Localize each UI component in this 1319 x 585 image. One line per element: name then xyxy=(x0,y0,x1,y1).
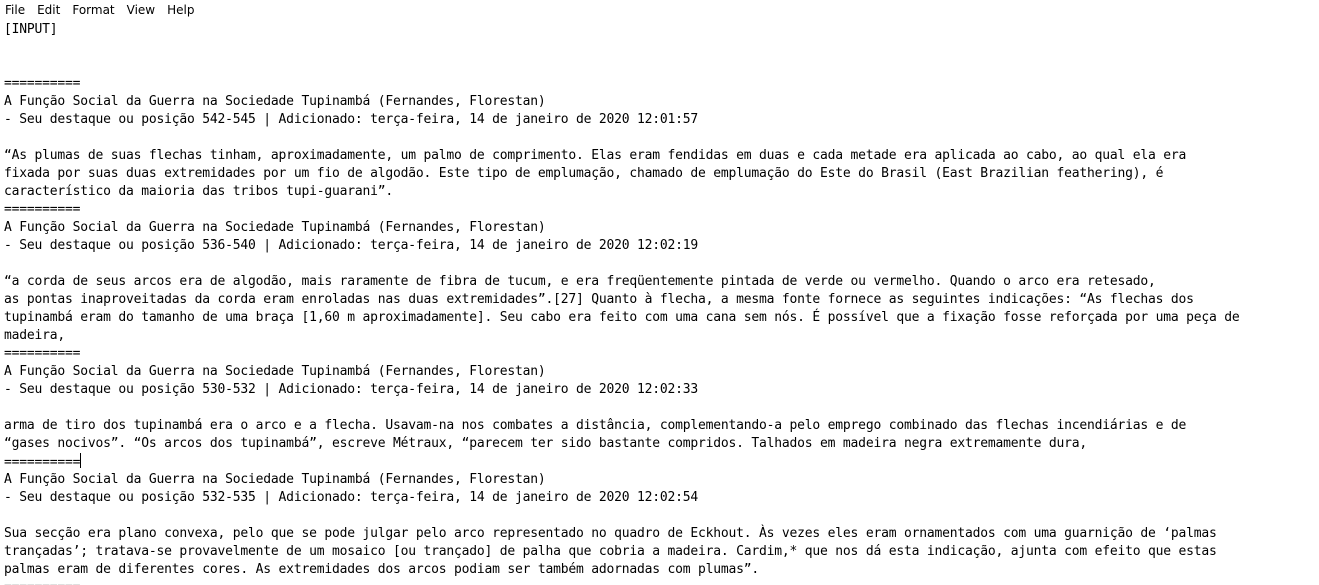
menu-format[interactable]: Format xyxy=(66,0,120,20)
text-line: palmas eram de diferentes cores. As extr… xyxy=(4,561,1240,579)
text-line: - Seu destaque ou posição 536-540 | Adic… xyxy=(4,237,1240,255)
text-line-content: ========== xyxy=(4,455,81,470)
text-caret xyxy=(80,453,82,468)
text-line: A Função Social da Guerra na Sociedade T… xyxy=(4,93,1240,111)
text-line: - Seu destaque ou posição 530-532 | Adic… xyxy=(4,381,1240,399)
text-line-content: “a corda de seus arcos era de algodão, m… xyxy=(4,274,1156,289)
text-line: característico da maioria das tribos tup… xyxy=(4,183,1240,201)
menu-view[interactable]: View xyxy=(121,0,161,20)
text-line: “a corda de seus arcos era de algodão, m… xyxy=(4,273,1240,291)
menu-edit[interactable]: Edit xyxy=(31,0,66,20)
text-line-content: característico da maioria das tribos tup… xyxy=(4,184,393,199)
text-line: ========== xyxy=(4,345,1240,363)
text-line: [INPUT] xyxy=(4,21,1240,39)
text-line-content: tupinambá eram do tamanho de uma braça [… xyxy=(4,310,1240,325)
text-content: [INPUT] ========== A Função Social da Guer… xyxy=(4,21,1240,585)
text-line-content: ========== xyxy=(4,202,81,217)
text-line-content: ========== xyxy=(4,346,81,361)
text-line: “gases nocivos”. “Os arcos dos tupinambá… xyxy=(4,435,1240,453)
text-line xyxy=(4,507,1240,525)
text-line xyxy=(4,57,1240,75)
text-line-content: - Seu destaque ou posição 532-535 | Adic… xyxy=(4,490,699,505)
text-line-content: A Função Social da Guerra na Sociedade T… xyxy=(4,472,546,487)
text-line: trançadas’; tratava-se provavelmente de … xyxy=(4,543,1240,561)
text-line: madeira, xyxy=(4,327,1240,345)
text-line-content: arma de tiro dos tupinambá era o arco e … xyxy=(4,418,1187,433)
menu-help[interactable]: Help xyxy=(161,0,200,20)
menu-file[interactable]: File xyxy=(0,0,31,20)
text-line-content: [INPUT] xyxy=(4,22,58,37)
text-line-content: “As plumas de suas flechas tinham, aprox… xyxy=(4,148,1187,163)
text-line: tupinambá eram do tamanho de uma braça [… xyxy=(4,309,1240,327)
text-line xyxy=(4,129,1240,147)
text-line-content: “gases nocivos”. “Os arcos dos tupinambá… xyxy=(4,436,1087,451)
text-line: ========== xyxy=(4,453,1240,471)
text-line: ========== xyxy=(4,201,1240,219)
text-line: fixada por suas duas extremidades por um… xyxy=(4,165,1240,183)
text-line xyxy=(4,399,1240,417)
text-line: “As plumas de suas flechas tinham, aprox… xyxy=(4,147,1240,165)
text-line-content: - Seu destaque ou posição 530-532 | Adic… xyxy=(4,382,699,397)
text-line: A Função Social da Guerra na Sociedade T… xyxy=(4,219,1240,237)
text-line: as pontas inaproveitadas da corda eram e… xyxy=(4,291,1240,309)
text-line xyxy=(4,255,1240,273)
text-line-content: - Seu destaque ou posição 536-540 | Adic… xyxy=(4,238,699,253)
text-line-content: A Função Social da Guerra na Sociedade T… xyxy=(4,94,546,109)
text-line-content: - Seu destaque ou posição 542-545 | Adic… xyxy=(4,112,699,127)
text-line-content: ========== xyxy=(4,580,80,585)
text-line: - Seu destaque ou posição 532-535 | Adic… xyxy=(4,489,1240,507)
text-line: ========== xyxy=(4,579,1240,585)
text-line-content: A Função Social da Guerra na Sociedade T… xyxy=(4,220,546,235)
text-line-content: trançadas’; tratava-se provavelmente de … xyxy=(4,544,1217,559)
text-line-content: palmas eram de diferentes cores. As extr… xyxy=(4,562,760,577)
text-line: Sua secção era plano convexa, pelo que s… xyxy=(4,525,1240,543)
text-line-content: Sua secção era plano convexa, pelo que s… xyxy=(4,526,1217,541)
notepad-window: File Edit Format View Help [INPUT] ======… xyxy=(0,0,1319,585)
text-line: A Função Social da Guerra na Sociedade T… xyxy=(4,471,1240,489)
text-line: A Função Social da Guerra na Sociedade T… xyxy=(4,363,1240,381)
text-line-content: fixada por suas duas extremidades por um… xyxy=(4,166,1164,181)
text-editor-area[interactable]: [INPUT] ========== A Função Social da Guer… xyxy=(0,20,1319,585)
text-line-content: as pontas inaproveitadas da corda eram e… xyxy=(4,292,1194,307)
menu-bar: File Edit Format View Help xyxy=(0,0,1319,20)
text-line: arma de tiro dos tupinambá era o arco e … xyxy=(4,417,1240,435)
text-line-content: A Função Social da Guerra na Sociedade T… xyxy=(4,364,546,379)
text-line-content: madeira, xyxy=(4,328,66,343)
text-line: - Seu destaque ou posição 542-545 | Adic… xyxy=(4,111,1240,129)
text-line xyxy=(4,39,1240,57)
text-line: ========== xyxy=(4,75,1240,93)
text-line-content: ========== xyxy=(4,76,81,91)
